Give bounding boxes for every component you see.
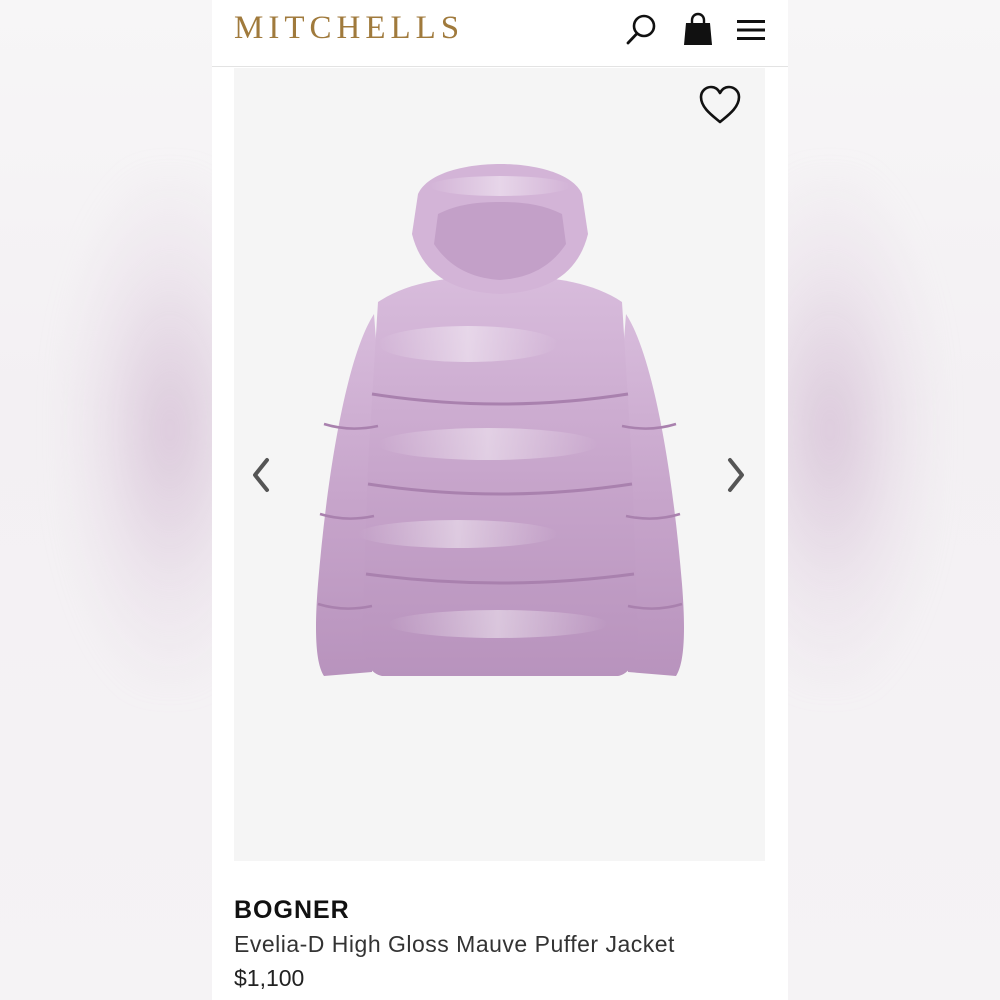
right-blurred-backdrop: [788, 0, 1000, 1000]
chevron-right-icon: [728, 458, 744, 492]
next-image-button[interactable]: [721, 453, 751, 497]
product-info: BOGNER Evelia-D High Gloss Mauve Puffer …: [234, 892, 774, 996]
product-image: [316, 164, 684, 676]
site-header: MITCHELLS: [212, 0, 788, 67]
shopping-bag-icon: [684, 12, 712, 45]
app-screen: MITCHELLS BOGNER Evelia-D High Gloss Mau…: [212, 0, 788, 1000]
heart-icon: [699, 85, 741, 124]
previous-image-button[interactable]: [246, 453, 276, 497]
site-logo[interactable]: MITCHELLS: [234, 8, 464, 48]
search-icon: [626, 14, 656, 45]
left-blurred-backdrop: [0, 0, 212, 1000]
product-price: $1,100: [234, 965, 305, 991]
chevron-left-icon: [253, 458, 269, 492]
menu-button[interactable]: [731, 10, 771, 50]
shopping-bag-button[interactable]: [678, 10, 718, 50]
search-button[interactable]: [622, 10, 662, 50]
wishlist-button[interactable]: [697, 84, 743, 126]
hamburger-menu-icon: [737, 20, 765, 40]
product-image-gallery[interactable]: [234, 68, 765, 861]
product-name[interactable]: Evelia-D High Gloss Mauve Puffer Jacket: [234, 928, 774, 960]
product-brand[interactable]: BOGNER: [234, 892, 774, 928]
